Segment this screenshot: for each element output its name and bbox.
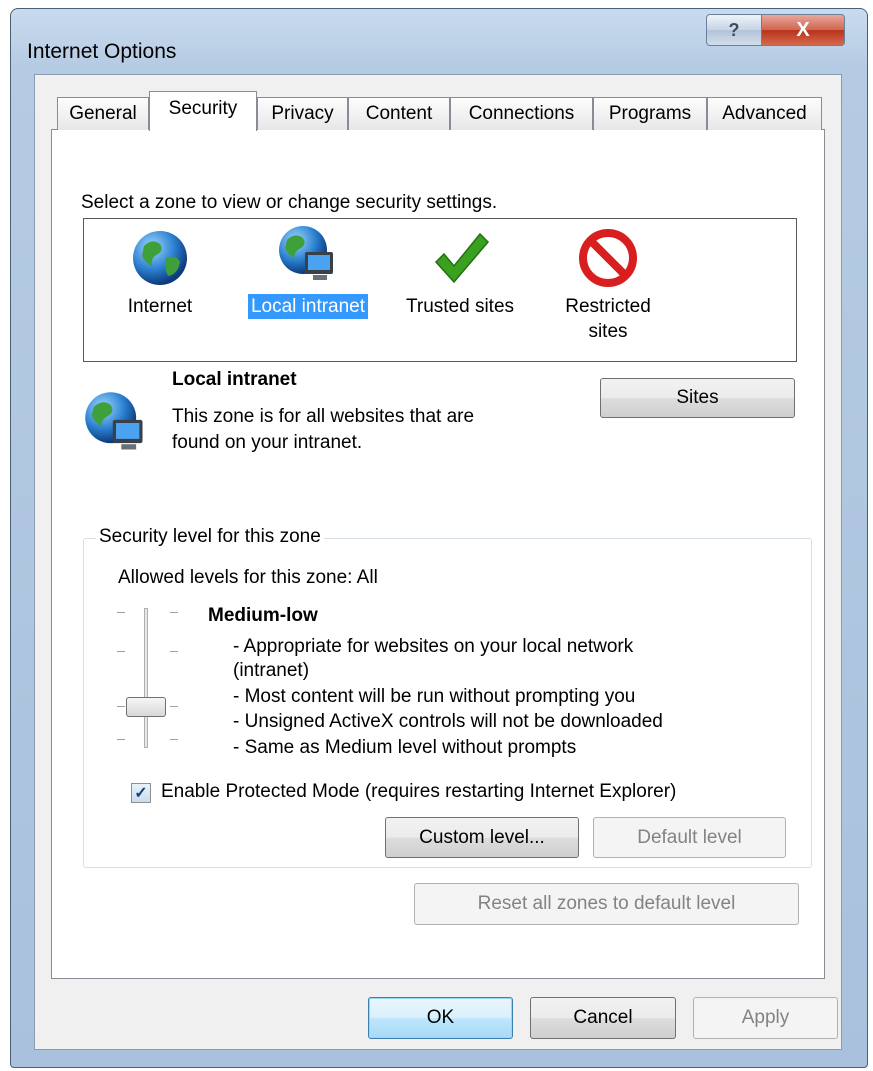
apply-button[interactable]: Apply	[693, 997, 838, 1039]
cancel-button[interactable]: Cancel	[530, 997, 676, 1039]
tab-advanced[interactable]: Advanced	[707, 97, 822, 130]
slider-tick	[170, 612, 178, 613]
level-description-line: - Most content will be run without promp…	[233, 686, 636, 707]
globe-monitor-icon	[85, 392, 143, 450]
globe-monitor-icon	[279, 226, 333, 280]
security-level-slider-thumb[interactable]	[126, 697, 166, 717]
slider-tick	[117, 651, 125, 652]
zone-local-intranet[interactable]: Local intranet	[235, 222, 381, 319]
zone-name: Local intranet	[172, 369, 297, 390]
zone-trusted-sites[interactable]: Trusted sites	[394, 228, 526, 319]
allowed-levels-text: Allowed levels for this zone: All	[118, 567, 378, 588]
slider-tick	[117, 706, 125, 707]
window-title: Internet Options	[27, 40, 177, 63]
slider-tick	[170, 706, 178, 707]
tab-security[interactable]: Security	[149, 91, 257, 131]
ok-button[interactable]: OK	[368, 997, 513, 1039]
security-level-group-label: Security level for this zone	[96, 526, 324, 548]
close-button[interactable]: X	[761, 14, 845, 46]
sites-button[interactable]: Sites	[600, 378, 795, 418]
slider-tick	[117, 739, 125, 740]
protected-mode-label[interactable]: Enable Protected Mode (requires restarti…	[161, 781, 676, 803]
blocked-icon	[579, 229, 637, 287]
zone-restricted-label-line1: Restricted	[565, 296, 651, 317]
tab-connections[interactable]: Connections	[450, 97, 593, 130]
slider-tick	[117, 612, 125, 613]
level-description-line: - Appropriate for websites on your local…	[233, 636, 634, 657]
check-icon	[434, 232, 490, 284]
zone-internet-label: Internet	[127, 296, 193, 317]
zone-internet[interactable]: Internet	[100, 228, 220, 319]
zone-local-intranet-label: Local intranet	[247, 294, 369, 319]
protected-mode-checkbox[interactable]: ✓	[131, 783, 151, 803]
zone-trusted-sites-label: Trusted sites	[405, 296, 515, 317]
level-description-line: - Unsigned ActiveX controls will not be …	[233, 711, 663, 732]
default-level-button[interactable]: Default level	[593, 817, 786, 858]
reset-all-zones-button[interactable]: Reset all zones to default level	[414, 883, 799, 925]
zone-restricted-label-line2: sites	[588, 321, 628, 342]
tab-general[interactable]: General	[57, 97, 149, 130]
tab-content[interactable]: Content	[348, 97, 450, 130]
zone-description-line2: found on your intranet.	[172, 432, 363, 453]
custom-level-button[interactable]: Custom level...	[385, 817, 579, 858]
help-button[interactable]: ?	[706, 14, 762, 46]
level-description-line: (intranet)	[233, 660, 310, 681]
slider-tick	[170, 651, 178, 652]
security-level-name: Medium-low	[208, 605, 318, 626]
level-description-line: - Same as Medium level without prompts	[233, 737, 577, 758]
zone-restricted-sites[interactable]: Restricted sites	[548, 228, 668, 344]
zone-prompt: Select a zone to view or change security…	[81, 192, 498, 213]
globe-icon	[133, 231, 187, 285]
slider-tick	[170, 739, 178, 740]
security-level-slider-track[interactable]	[144, 608, 148, 748]
tab-privacy[interactable]: Privacy	[257, 97, 348, 130]
tab-programs[interactable]: Programs	[593, 97, 707, 130]
zone-description-line1: This zone is for all websites that are	[172, 406, 475, 427]
